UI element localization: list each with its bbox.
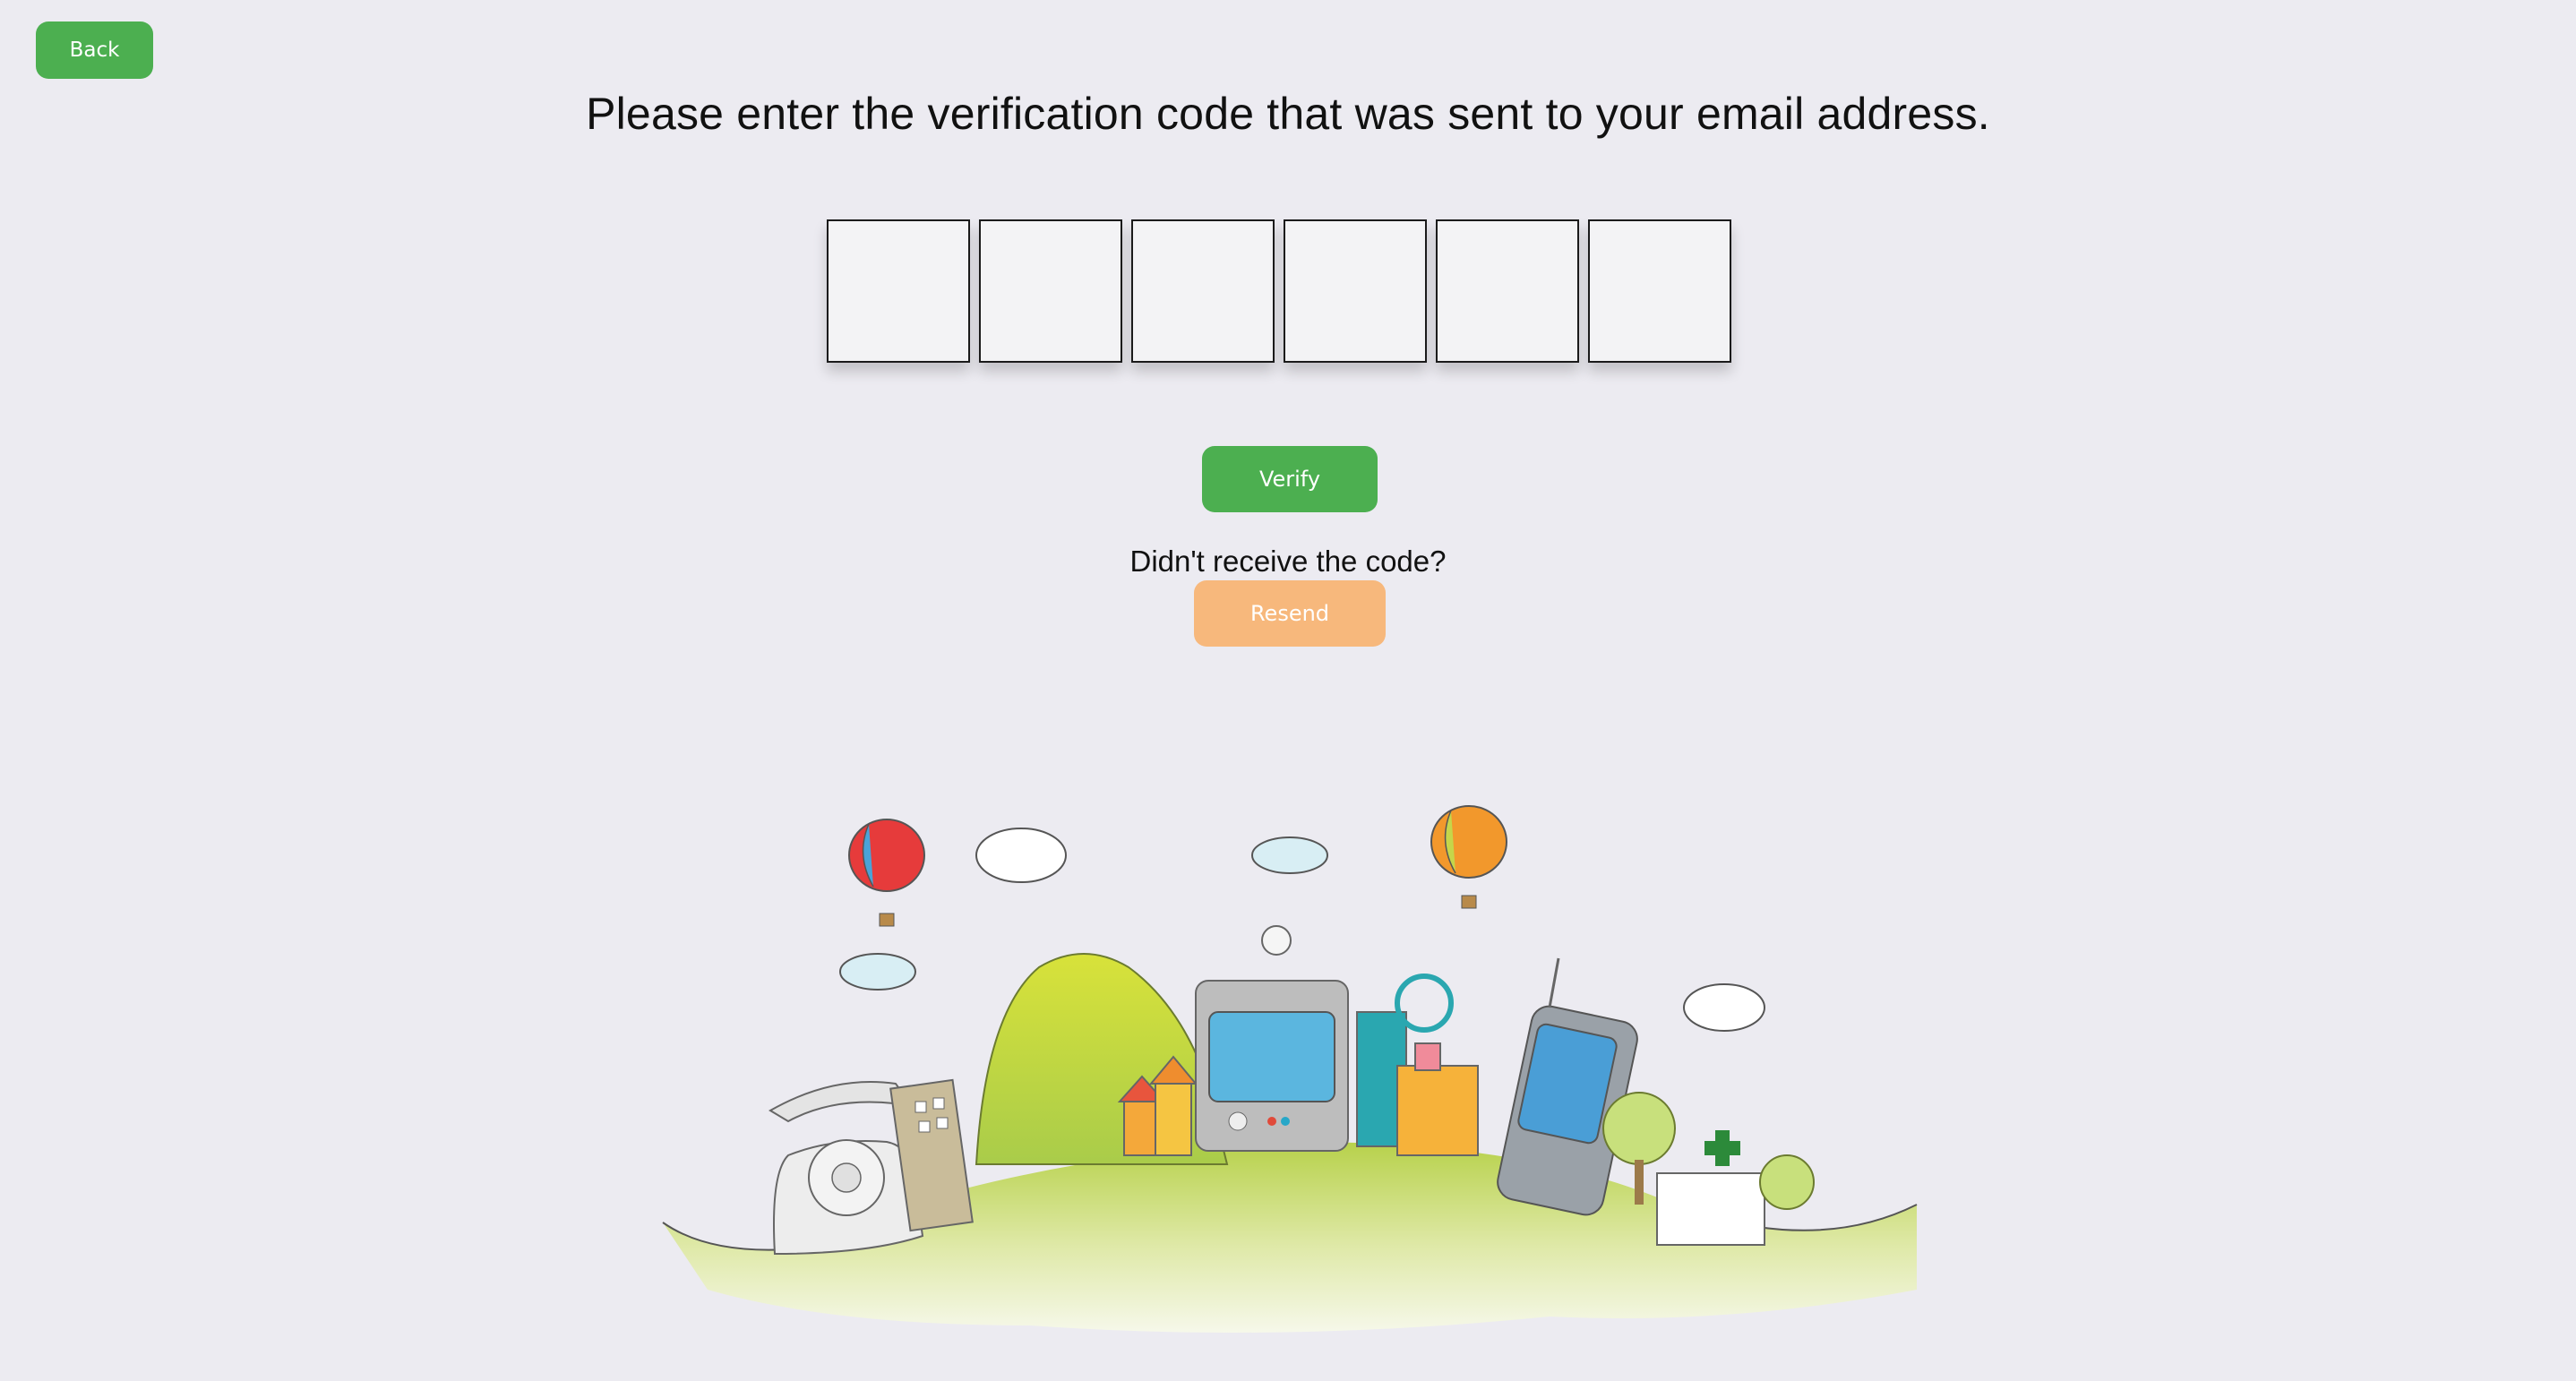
page-title: Please enter the verification code that … [586, 89, 1990, 139]
city-landscape-illustration [662, 805, 1918, 1333]
hot-air-balloon-left [848, 819, 925, 927]
mobile-phone-building [1497, 957, 1638, 1216]
retro-tv [1195, 925, 1349, 1152]
code-digit-6-input[interactable] [1588, 219, 1731, 363]
back-button[interactable]: Back [36, 21, 153, 79]
city-buildings [1356, 974, 1479, 1156]
code-digit-2-input[interactable] [979, 219, 1122, 363]
verify-button[interactable]: Verify [1202, 446, 1378, 512]
code-digit-3-input[interactable] [1131, 219, 1275, 363]
code-digit-5-input[interactable] [1436, 219, 1579, 363]
code-digit-1-input[interactable] [827, 219, 970, 363]
resend-button[interactable]: Resend [1194, 580, 1386, 647]
verification-code-inputs [827, 219, 1731, 363]
code-digit-4-input[interactable] [1284, 219, 1427, 363]
hot-air-balloon-right [1430, 805, 1507, 909]
resend-prompt: Didn't receive the code? [1129, 545, 1447, 578]
